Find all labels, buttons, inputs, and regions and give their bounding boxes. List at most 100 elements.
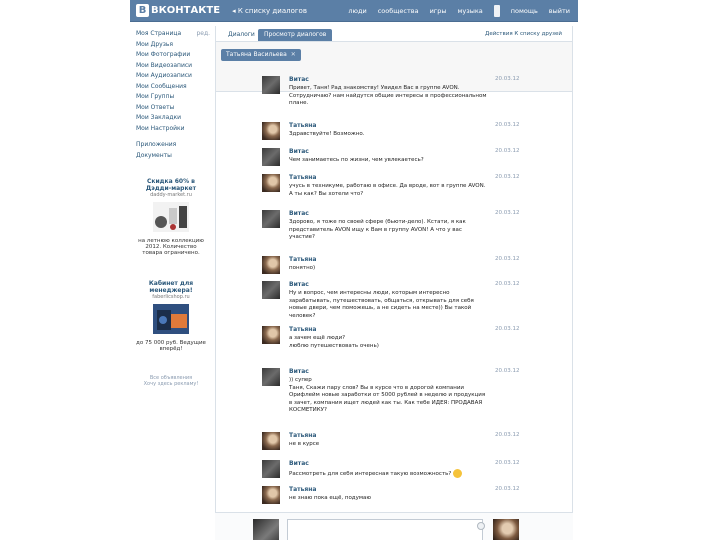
- message-author[interactable]: Витас: [289, 368, 309, 375]
- nav-help[interactable]: помощь: [511, 7, 538, 15]
- ad-domain: faberlicshop.ru: [152, 294, 190, 300]
- menu-label: Мои Друзья: [136, 40, 174, 48]
- message-author[interactable]: Татьяна: [289, 122, 316, 129]
- nav-logout[interactable]: выйти: [549, 7, 570, 15]
- filter-chip-label: Татьяна Васильева: [226, 51, 287, 58]
- avatar[interactable]: [262, 256, 280, 274]
- avatar[interactable]: [262, 148, 280, 166]
- message-text: Здравствуйте! Возможно.: [289, 131, 365, 137]
- smile-icon: [453, 469, 463, 478]
- ad-image[interactable]: [153, 304, 189, 334]
- message-text: Чем занимаетесь по жизни, чем увлекаетес…: [289, 157, 424, 163]
- menu-docs[interactable]: Документы: [136, 152, 210, 163]
- avatar[interactable]: [262, 460, 280, 478]
- close-icon[interactable]: ✕: [291, 51, 296, 58]
- menu-messages[interactable]: Мои Сообщения: [136, 83, 210, 94]
- message-text: учусь в техникуме, работаю в офисе. Да в…: [289, 183, 486, 197]
- menu-answers[interactable]: Мои Ответы: [136, 104, 210, 115]
- ad-text: до 75 000 руб. Ведущие вперёд!: [136, 340, 206, 352]
- smile-picker-icon[interactable]: [477, 522, 485, 530]
- tab-dialogs[interactable]: Диалоги: [222, 29, 261, 41]
- dialog-panel: Диалоги Просмотр диалогов Действия К спи…: [215, 26, 573, 540]
- ad-2[interactable]: Кабинет для менеджера! faberlicshop.ru д…: [136, 280, 206, 352]
- message-author[interactable]: Витас: [289, 210, 309, 217]
- message-author[interactable]: Татьяна: [289, 326, 316, 333]
- message-text: Ну и вопрос, чем интересны люди, которым…: [289, 290, 474, 319]
- avatar[interactable]: [262, 210, 280, 228]
- companion-avatar[interactable]: [493, 519, 519, 540]
- nav-communities[interactable]: сообщества: [378, 7, 419, 15]
- avatar[interactable]: [262, 326, 280, 344]
- menu-label: Приложения: [136, 141, 177, 148]
- ad-1[interactable]: Скидка 60% в Дэдди-маркет daddy-market.r…: [136, 178, 206, 256]
- menu-label: Мои Видеозаписи: [136, 61, 193, 69]
- message-date: 20.03.12: [495, 256, 520, 262]
- ads-footer: Все объявления Хочу здесь рекламу!: [136, 375, 206, 387]
- avatar[interactable]: [262, 368, 280, 386]
- menu-label: Мои Закладки: [136, 114, 181, 121]
- message-date: 20.03.12: [495, 460, 520, 466]
- edit-link[interactable]: ред.: [196, 30, 210, 41]
- actions-link[interactable]: Действия К списку друзей: [485, 31, 562, 37]
- ad-domain: daddy-market.ru: [150, 192, 192, 198]
- tab-view-dialogs[interactable]: Просмотр диалогов: [258, 29, 333, 41]
- message-author[interactable]: Татьяна: [289, 486, 316, 493]
- menu-friends[interactable]: Мои Друзья: [136, 41, 210, 52]
- left-menu: Моя Страница ред. Мои Друзья Мои Фотограф…: [136, 30, 210, 162]
- nav-music[interactable]: музыка: [457, 7, 482, 15]
- message-date: 20.03.12: [495, 368, 520, 374]
- filter-chip[interactable]: Татьяна Васильева ✕: [221, 49, 301, 61]
- avatar[interactable]: [262, 281, 280, 299]
- message-author[interactable]: Татьяна: [289, 174, 316, 181]
- avatar[interactable]: [262, 486, 280, 504]
- nav-games[interactable]: игры: [430, 7, 447, 15]
- message-text: Рассмотреть для себя интересная такую во…: [289, 469, 489, 479]
- message-input[interactable]: [287, 519, 483, 540]
- menu-my-page[interactable]: Моя Страница ред.: [136, 30, 210, 41]
- menu-audio[interactable]: Мои Аудиозаписи: [136, 72, 210, 83]
- avatar[interactable]: [262, 432, 280, 450]
- top-nav: люди сообщества игры музыка помощь выйти: [348, 4, 570, 17]
- menu-photos[interactable]: Мои Фотографии: [136, 51, 210, 62]
- menu-settings[interactable]: Мои Настройки: [136, 125, 210, 136]
- message-date: 20.03.12: [495, 210, 520, 216]
- message-author[interactable]: Татьяна: [289, 256, 316, 263]
- message-text: не в курсе: [289, 441, 320, 447]
- message-text: )) супер Таня, Скажи пару слов? Вы в кур…: [289, 377, 486, 413]
- ad-title[interactable]: Скидка 60% в Дэдди-маркет: [136, 178, 206, 192]
- message-date: 20.03.12: [495, 281, 520, 287]
- back-to-dialogs-link[interactable]: ◂ К списку диалогов: [232, 7, 307, 15]
- player-icon[interactable]: [493, 4, 500, 17]
- menu-label: Мои Настройки: [136, 124, 185, 132]
- message-composer: [215, 512, 573, 540]
- tabs-bar: Диалоги Просмотр диалогов Действия К спи…: [216, 26, 572, 42]
- menu-groups[interactable]: Мои Группы: [136, 93, 210, 104]
- message-text-content: Рассмотреть для себя интересная такую во…: [289, 471, 452, 477]
- avatar[interactable]: [262, 174, 280, 192]
- page: В ВКОНТАКТЕ ◂ К списку диалогов люди соо…: [0, 0, 720, 540]
- message-text: Здорово, я тоже по своей сфере (бьюти-де…: [289, 219, 466, 240]
- message-date: 20.03.12: [495, 326, 520, 332]
- my-avatar[interactable]: [253, 519, 279, 540]
- vk-logo[interactable]: В ВКОНТАКТЕ: [136, 4, 220, 17]
- message-author[interactable]: Витас: [289, 460, 309, 467]
- message-date: 20.03.12: [495, 122, 520, 128]
- logo-text: ВКОНТАКТЕ: [151, 5, 221, 16]
- message-author[interactable]: Витас: [289, 281, 309, 288]
- message-date: 20.03.12: [495, 432, 520, 438]
- avatar[interactable]: [262, 76, 280, 94]
- message-author[interactable]: Татьяна: [289, 432, 316, 439]
- top-header: В ВКОНТАКТЕ ◂ К списку диалогов люди соо…: [130, 0, 578, 22]
- menu-videos[interactable]: Мои Видеозаписи: [136, 62, 210, 73]
- nav-people[interactable]: люди: [348, 7, 366, 15]
- ad-title[interactable]: Кабинет для менеджера!: [136, 280, 206, 294]
- ad-image[interactable]: [153, 202, 189, 232]
- menu-bookmarks[interactable]: Мои Закладки: [136, 114, 210, 125]
- message-author[interactable]: Витас: [289, 148, 309, 155]
- message-date: 20.03.12: [495, 76, 520, 82]
- message-text: а зачем ещё люди? люблю путешествовать о…: [289, 335, 379, 349]
- message-author[interactable]: Витас: [289, 76, 309, 83]
- menu-apps[interactable]: Приложения: [136, 141, 210, 152]
- avatar[interactable]: [262, 122, 280, 140]
- want-ads-link[interactable]: Хочу здесь рекламу!: [136, 381, 206, 387]
